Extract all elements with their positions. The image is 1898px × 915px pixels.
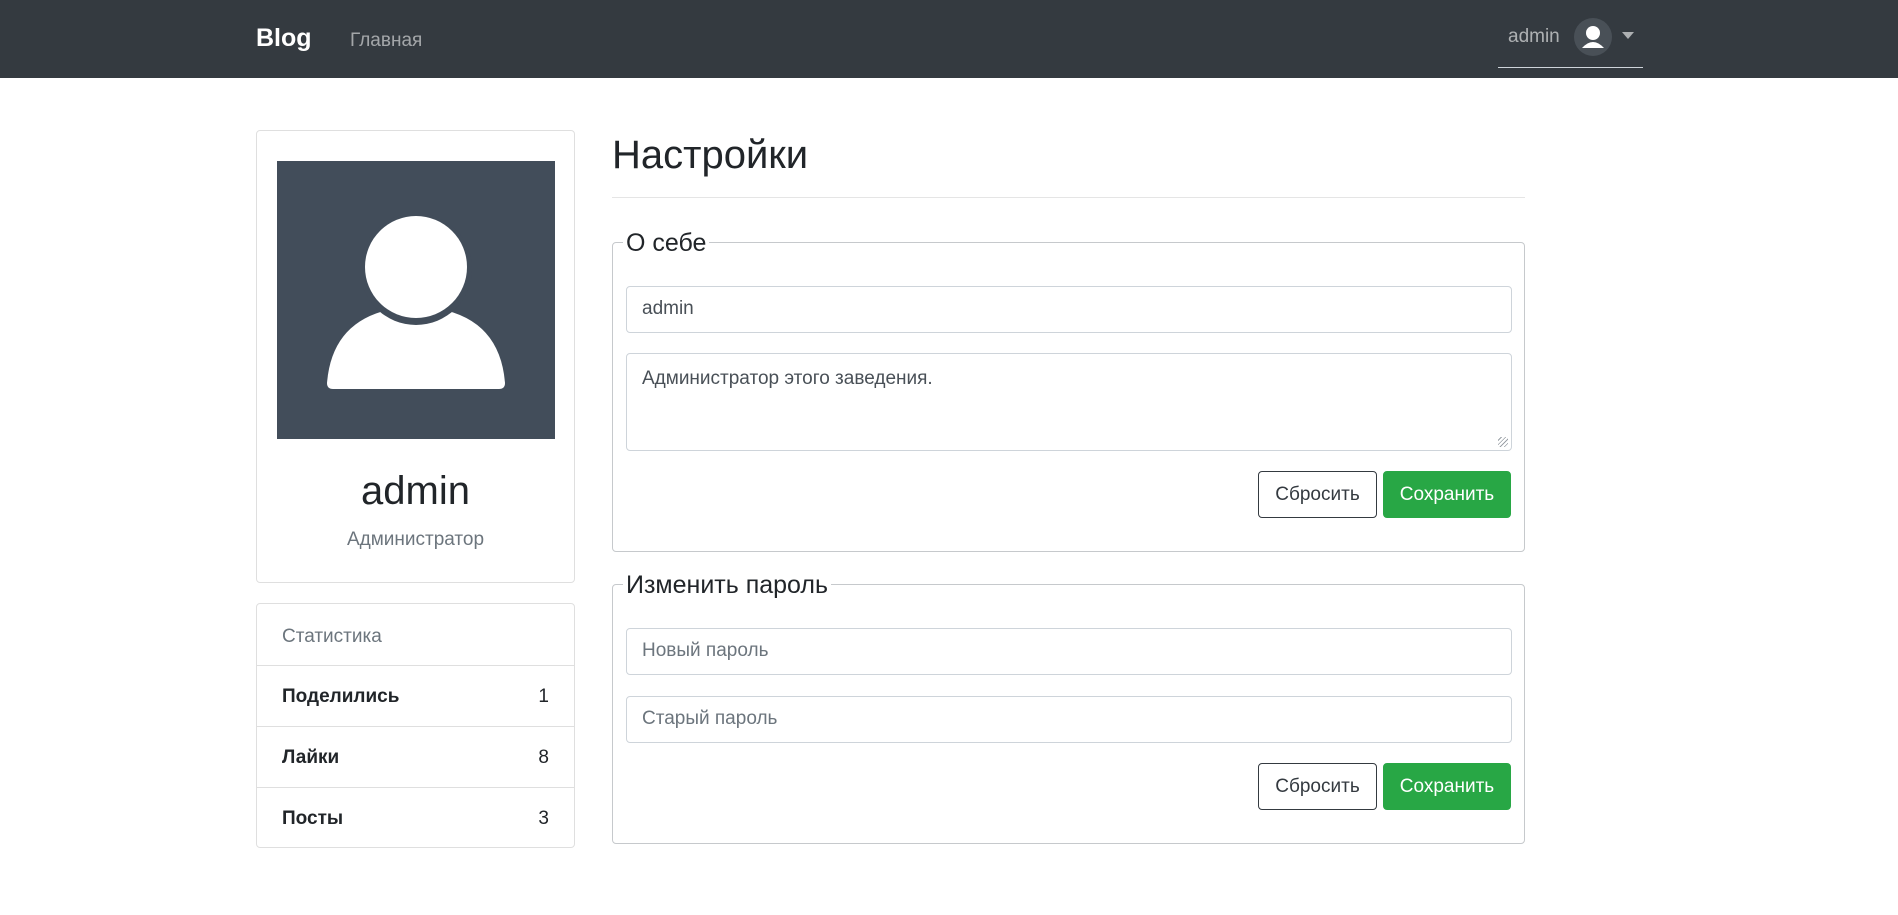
user-menu-dropdown[interactable]: admin xyxy=(1498,16,1643,68)
chevron-down-icon xyxy=(1622,32,1634,39)
password-legend: Изменить пароль xyxy=(623,571,832,600)
new-password-input[interactable]: Новый пароль xyxy=(626,628,1512,675)
bio-textarea[interactable]: Администратор этого заведения. xyxy=(626,353,1512,451)
stat-value: 8 xyxy=(538,747,549,768)
stat-row-likes: Лайки 8 xyxy=(257,726,574,787)
stat-row-posts: Посты 3 xyxy=(257,787,574,848)
stat-value: 3 xyxy=(538,808,549,829)
password-save-button[interactable]: Сохранить xyxy=(1383,763,1511,810)
profile-avatar-icon xyxy=(277,161,555,439)
stat-row-shares: Поделились 1 xyxy=(257,665,574,726)
nav-link-home[interactable]: Главная xyxy=(350,30,422,52)
page-title: Настройки xyxy=(612,133,809,177)
title-divider xyxy=(612,197,1525,198)
about-save-button[interactable]: Сохранить xyxy=(1383,471,1511,518)
old-password-input[interactable]: Старый пароль xyxy=(626,696,1512,743)
top-navbar: Blog Главная admin xyxy=(0,0,1898,78)
profile-card: admin Администратор xyxy=(256,130,575,583)
user-avatar-icon xyxy=(1574,18,1612,56)
stat-label: Поделились xyxy=(282,686,400,707)
about-fieldset: О себе admin Администратор этого заведен… xyxy=(612,229,1525,552)
username-input[interactable]: admin xyxy=(626,286,1512,333)
stats-header: Статистика xyxy=(257,604,574,665)
stats-list: Статистика Поделились 1 Лайки 8 Посты 3 xyxy=(256,603,575,848)
password-reset-button[interactable]: Сбросить xyxy=(1258,763,1377,810)
bio-text: Администратор этого заведения. xyxy=(642,368,933,389)
stat-value: 1 xyxy=(538,686,549,707)
profile-name: admin xyxy=(361,469,470,513)
resize-handle-icon[interactable] xyxy=(1498,437,1508,447)
brand-link[interactable]: Blog xyxy=(256,24,312,53)
stat-label: Лайки xyxy=(282,747,340,768)
stats-heading: Статистика xyxy=(282,626,382,647)
password-fieldset: Изменить пароль Новый пароль Старый паро… xyxy=(612,571,1525,844)
user-menu-name: admin xyxy=(1508,26,1560,47)
about-reset-button[interactable]: Сбросить xyxy=(1258,471,1377,518)
profile-role: Администратор xyxy=(346,529,485,550)
about-legend: О себе xyxy=(623,229,710,258)
stat-label: Посты xyxy=(282,808,344,829)
